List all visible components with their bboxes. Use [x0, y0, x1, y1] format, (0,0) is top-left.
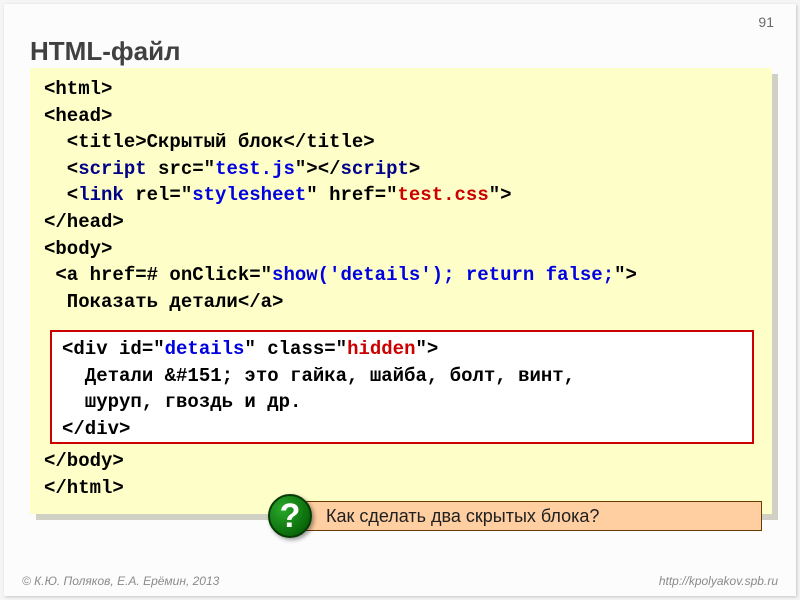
- slide-title: HTML-файл: [30, 36, 181, 67]
- code-line: <link rel="stylesheet" href="test.css">: [44, 182, 758, 209]
- code-line: <a href=# onClick="show('details'); retu…: [44, 262, 758, 289]
- question-box: Как сделать два скрытых блока?: [285, 501, 762, 531]
- code-line: Показать детали</a>: [44, 289, 758, 316]
- code-line: </body>: [44, 448, 758, 475]
- code-line: <body>: [44, 236, 758, 263]
- question-text: Как сделать два скрытых блока?: [326, 506, 599, 527]
- code-line: <head>: [44, 103, 758, 130]
- footer-copyright: © К.Ю. Поляков, Е.А. Ерёмин, 2013: [22, 574, 219, 588]
- code-block: <html> <head> <title>Скрытый блок</title…: [30, 68, 772, 514]
- code-line: <title>Скрытый блок</title>: [44, 129, 758, 156]
- code-line: <html>: [44, 76, 758, 103]
- code-line: </html>: [44, 475, 758, 502]
- code-line: </head>: [44, 209, 758, 236]
- page-number: 91: [758, 14, 774, 30]
- highlighted-code-box: <div id="details" class="hidden"> Детали…: [50, 330, 754, 444]
- question-mark-icon: ?: [268, 494, 312, 538]
- slide: 91 HTML-файл <html> <head> <title>Скрыты…: [4, 4, 796, 596]
- footer-url: http://kpolyakov.spb.ru: [659, 574, 778, 588]
- code-line: <script src="test.js"></script>: [44, 156, 758, 183]
